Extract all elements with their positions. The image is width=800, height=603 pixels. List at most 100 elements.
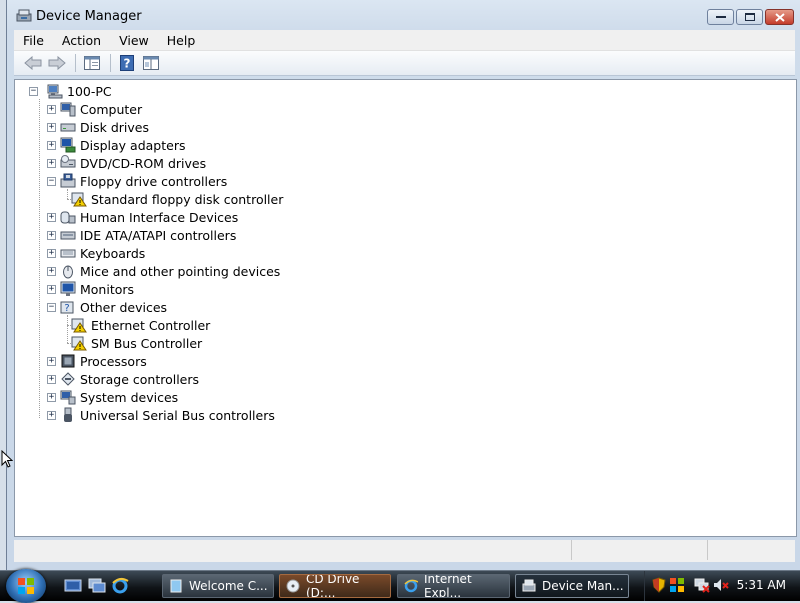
tree-category-label: Processors — [80, 353, 147, 369]
clock[interactable]: 5:31 AM — [737, 578, 786, 592]
forward-button[interactable] — [46, 53, 68, 73]
tree-category[interactable]: + Processors — [47, 352, 147, 370]
properties-button[interactable] — [140, 53, 162, 73]
tree-category-label: Other devices — [80, 299, 168, 315]
tree-root[interactable]: − 100-PC — [29, 82, 112, 100]
back-arrow-icon — [24, 56, 42, 70]
taskbar-button-label: Welcome C... — [189, 579, 268, 593]
tree-category-label: DVD/CD-ROM drives — [80, 155, 207, 171]
tree-category[interactable]: + Monitors — [47, 280, 134, 298]
start-button[interactable] — [6, 569, 46, 603]
warning-device-icon — [71, 335, 87, 351]
monitor-icon — [60, 281, 76, 296]
tree-category[interactable]: + Computer — [47, 100, 142, 118]
expand-toggle[interactable]: + — [47, 267, 56, 276]
expand-toggle[interactable]: + — [47, 105, 56, 114]
expand-toggle[interactable]: + — [47, 411, 56, 420]
expand-toggle[interactable]: + — [47, 285, 56, 294]
tree-category[interactable]: + Universal Serial Bus controllers — [47, 406, 275, 424]
expand-toggle[interactable]: + — [47, 375, 56, 384]
expand-toggle[interactable]: + — [47, 159, 56, 168]
tree-category[interactable]: + Human Interface Devices — [47, 208, 238, 226]
warning-device-icon — [71, 191, 87, 207]
processor-icon — [60, 353, 76, 369]
tree-category[interactable]: + DVD/CD-ROM drives — [47, 154, 206, 172]
tree-category[interactable]: − Floppy drive controllers — [47, 172, 227, 190]
internet-explorer-icon[interactable] — [111, 577, 129, 595]
collapse-toggle[interactable]: − — [29, 87, 38, 96]
tree-device[interactable]: Standard floppy disk controller — [71, 190, 283, 208]
taskbar-button-label: Device Man... — [542, 579, 624, 593]
taskbar-button-label: Internet Expl... — [424, 574, 472, 598]
network-disconnected-icon[interactable] — [694, 577, 710, 593]
menu-action[interactable]: Action — [53, 33, 110, 48]
keyboard-icon — [60, 245, 76, 261]
window-controls — [705, 9, 794, 26]
warning-device-icon — [71, 336, 87, 351]
status-pane — [572, 540, 708, 560]
ide-controller-icon — [60, 227, 76, 243]
welcome-center-icon — [169, 579, 183, 593]
taskbar-button[interactable]: Welcome C... — [162, 574, 274, 598]
tree-category[interactable]: + Keyboards — [47, 244, 145, 262]
menu-help[interactable]: Help — [158, 33, 205, 48]
expand-toggle[interactable]: + — [47, 393, 56, 402]
system-devices-icon — [60, 390, 76, 405]
internet-explorer-icon — [404, 579, 419, 593]
expand-toggle[interactable]: + — [47, 123, 56, 132]
tree-category[interactable]: + System devices — [47, 388, 178, 406]
windows-update-icon[interactable] — [669, 577, 685, 593]
window-title: Device Manager — [36, 9, 142, 24]
cd-drive-icon — [286, 579, 300, 593]
switch-windows-icon[interactable] — [88, 577, 106, 595]
minimize-button[interactable] — [707, 9, 734, 25]
collapse-toggle[interactable]: − — [47, 303, 56, 312]
help-button[interactable]: ? — [116, 53, 138, 73]
menu-file[interactable]: File — [14, 33, 53, 48]
computer-icon — [60, 101, 76, 117]
expand-toggle[interactable]: + — [47, 141, 56, 150]
dvd-drive-icon — [60, 155, 76, 168]
expand-toggle[interactable]: + — [47, 213, 56, 222]
storage-controller-icon — [61, 372, 75, 386]
properties-icon — [143, 56, 159, 70]
tree-connector — [67, 315, 68, 343]
show-desktop-icon[interactable] — [64, 577, 82, 595]
show-hide-console-tree-button[interactable] — [81, 53, 103, 73]
tree-category[interactable]: + Storage controllers — [47, 370, 199, 388]
tree-device[interactable]: Ethernet Controller — [71, 316, 210, 334]
close-button[interactable] — [765, 9, 794, 25]
collapse-toggle[interactable]: − — [47, 177, 56, 186]
tree-category[interactable]: + Mice and other pointing devices — [47, 262, 280, 280]
hid-icon — [60, 211, 76, 224]
maximize-button[interactable] — [736, 9, 763, 25]
usb-icon — [60, 407, 76, 423]
tree-category[interactable]: + IDE ATA/ATAPI controllers — [47, 226, 236, 244]
volume-muted-icon[interactable] — [713, 577, 729, 593]
menu-view[interactable]: View — [110, 33, 158, 48]
tree-category-label: IDE ATA/ATAPI controllers — [80, 227, 237, 243]
taskbar-button[interactable]: CD Drive (D:... — [279, 574, 391, 598]
back-button[interactable] — [22, 53, 44, 73]
security-shield-icon[interactable] — [651, 577, 667, 593]
tree-category-label: Monitors — [80, 281, 135, 297]
tree-device[interactable]: SM Bus Controller — [71, 334, 202, 352]
computer-icon — [60, 102, 76, 117]
tree-category[interactable]: + Display adapters — [47, 136, 185, 154]
device-tree[interactable]: − 100-PC + Computer + Disk drives + Display a… — [14, 79, 797, 537]
expand-toggle[interactable]: + — [47, 231, 56, 240]
taskbar-button[interactable]: Device Man... — [515, 574, 629, 598]
cd-drive-icon — [286, 579, 300, 593]
expand-toggle[interactable]: + — [47, 249, 56, 258]
tree-category[interactable]: −? Other devices — [47, 298, 167, 316]
taskbar-button[interactable]: Internet Expl... — [397, 574, 510, 598]
expand-toggle[interactable]: + — [47, 357, 56, 366]
device-manager-icon — [16, 9, 32, 23]
menu-bar: File Action View Help — [14, 30, 795, 51]
display-adapter-icon — [60, 137, 76, 153]
title-bar[interactable]: Device Manager — [7, 0, 800, 30]
toolbar-separator — [75, 54, 76, 72]
tree-category[interactable]: + Disk drives — [47, 118, 149, 136]
status-bar — [14, 540, 795, 562]
help-icon: ? — [120, 55, 134, 71]
